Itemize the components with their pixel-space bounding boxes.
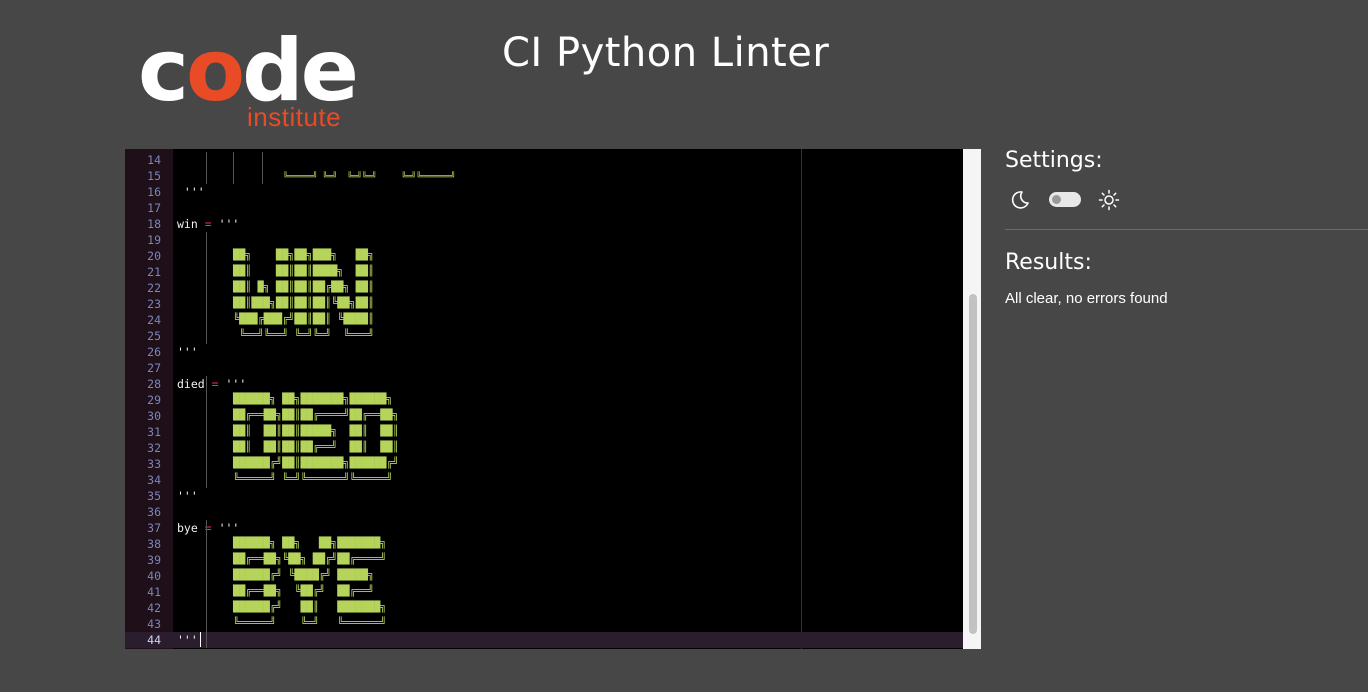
scrollbar-thumb[interactable]	[969, 294, 977, 634]
text-cursor	[200, 632, 201, 647]
ascii-art-died-line: ██████╔╝██║███████╗██████╔╝	[233, 458, 399, 469]
code-line[interactable]: 26 '''	[125, 344, 963, 360]
line-number: 17	[147, 201, 161, 215]
code-line[interactable]: 37 bye = '''	[125, 520, 963, 536]
ascii-art-bye-line: ██╔══██╗╚██╗ ██╔╝██╔════╝	[233, 554, 387, 565]
results-heading: Results:	[1005, 250, 1092, 275]
ascii-art-win-line: ╚══╝╚══╝ ╚═╝╚═╝ ╚═══╝	[233, 330, 375, 341]
ascii-art-died-line: ██████╗ ██╗███████╗██████╗	[233, 394, 393, 405]
ascii-art-win-line: ██║ ██║██║████╗ ██║	[233, 266, 375, 277]
page-title: CI Python Linter	[502, 30, 830, 76]
code-editor[interactable]: 14 15 16 ''' 17 18 win = ''' 19 20 21 22 23 24 25 26 '…	[125, 149, 981, 649]
line-text: died = '''	[177, 377, 247, 391]
ascii-art-win-line: ██║███╗██║██║██║╚██╗██║	[233, 298, 375, 309]
line-text: '''	[177, 185, 205, 199]
line-text: win = '''	[177, 217, 240, 231]
ascii-art-bye-line: ██████╔╝ ██║ ███████╗	[233, 602, 387, 613]
ascii-art-bye-line: ██╔══██╗ ╚██╔╝ ██╔══╝	[233, 586, 375, 597]
code-line[interactable]: 35 '''	[125, 488, 963, 504]
code-line[interactable]: 44 '''	[125, 632, 963, 648]
code-line[interactable]: 18 win = '''	[125, 216, 963, 232]
ascii-art-bye-line: ╚═════╝ ╚═╝ ╚══════╝	[233, 618, 387, 629]
line-number: 26	[147, 345, 161, 359]
results-message: All clear, no errors found	[1005, 290, 1168, 307]
line-number: 27	[147, 361, 161, 375]
line-number: 36	[147, 505, 161, 519]
moon-icon	[1011, 191, 1029, 209]
line-number: 16	[147, 185, 161, 199]
ascii-art-died-line: ██╔══██╗██║██╔════╝██╔══██╗	[233, 410, 399, 421]
toggle-knob	[1052, 195, 1061, 204]
line-number: 28	[147, 377, 161, 391]
indent-guide	[262, 152, 263, 184]
ascii-art-win-line: ██╗ ██╗██╗███╗ ██╗	[233, 250, 375, 261]
code-line[interactable]: 17	[125, 200, 963, 216]
line-number: 44	[147, 633, 161, 647]
line-number: 18	[147, 217, 161, 231]
theme-toggle[interactable]	[1049, 192, 1081, 207]
ascii-art-died-line: ██║ ██║██║█████╗ ██║ ██║	[233, 426, 399, 437]
indent-guide	[233, 152, 234, 184]
indent-guide	[206, 152, 207, 184]
line-number: 19	[147, 233, 161, 247]
code-line[interactable]: 19	[125, 232, 963, 248]
ascii-art-died-line: ╚═════╝ ╚═╝╚══════╝╚═════╝	[233, 474, 393, 485]
code-line[interactable]: 27	[125, 360, 963, 376]
ascii-art-game-line: ╚═════╝ ╚═╝ ╚═╝╚═╝ ╚═╝╚══════╝	[283, 171, 456, 181]
sun-icon	[1098, 189, 1120, 211]
theme-switcher	[1008, 188, 1128, 212]
code-line[interactable]: 36	[125, 504, 963, 520]
ascii-art-bye-line: ██████╗ ██╗ ██╗███████╗	[233, 538, 387, 549]
logo-subtitle: institute	[247, 102, 342, 132]
ascii-art-died-line: ██║ ██║██║██╔══╝ ██║ ██║	[233, 442, 399, 453]
ascii-art-bye-line: ██████╔╝ ╚████╔╝ █████╗	[233, 570, 375, 581]
line-number: 14	[147, 153, 161, 167]
code-institute-logo: code institute	[138, 28, 368, 138]
line-text: '''	[177, 489, 198, 503]
line-text: '''	[177, 345, 198, 359]
code-line[interactable]: 14	[125, 152, 963, 168]
settings-heading: Settings:	[1005, 148, 1103, 173]
ascii-art-win-line: ╚███╔███╔╝██║██║ ╚████║	[233, 314, 375, 325]
indent-guide	[206, 520, 207, 648]
code-line[interactable]: 16 '''	[125, 184, 963, 200]
indent-guide	[206, 376, 207, 488]
editor-scrollbar[interactable]	[963, 149, 981, 649]
panel-divider	[1005, 229, 1368, 230]
line-number: 37	[147, 521, 161, 535]
line-number: 35	[147, 489, 161, 503]
line-text: '''	[177, 633, 198, 647]
ascii-art-win-line: ██║ █╗ ██║██║██╔██╗ ██║	[233, 282, 375, 293]
code-line[interactable]: 28 died = '''	[125, 376, 963, 392]
indent-guide	[206, 232, 207, 344]
line-text: bye = '''	[177, 521, 240, 535]
